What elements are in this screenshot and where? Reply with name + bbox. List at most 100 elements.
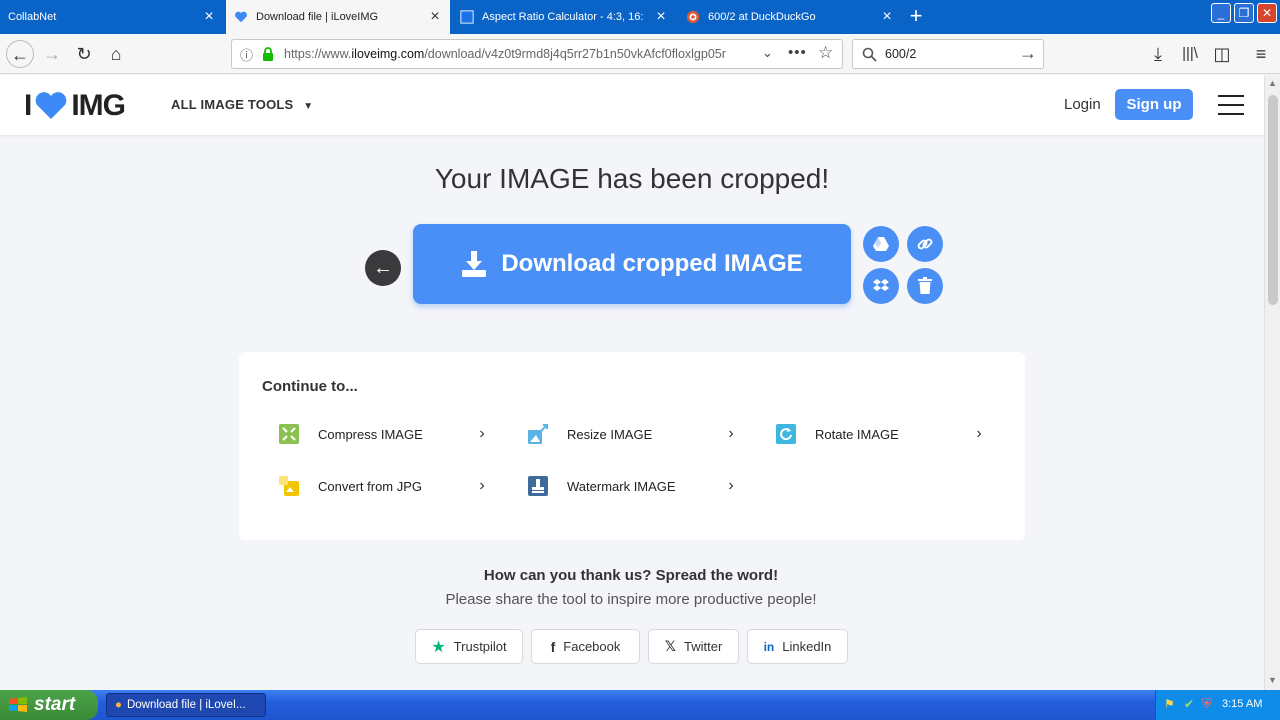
tab-duckduckgo[interactable]: 600/2 at DuckDuckGo × [678, 0, 902, 34]
share-link-button[interactable] [907, 226, 943, 262]
share-trustpilot-button[interactable]: ★ Trustpilot [415, 629, 523, 664]
continue-rotate-image[interactable]: Rotate IMAGE › [759, 419, 989, 449]
chevron-right-icon: › [479, 425, 485, 442]
chevron-right-icon: › [479, 477, 485, 494]
heart-logo-icon [36, 92, 67, 119]
tab-collabnet[interactable]: CollabNet × [0, 0, 224, 34]
scroll-up-icon[interactable]: ▲ [1268, 78, 1277, 88]
tab-download-file[interactable]: Download file | iLoveIMG × [226, 0, 450, 34]
compress-icon [279, 424, 299, 444]
back-arrow-button[interactable]: ← [365, 250, 401, 286]
share-linkedin-button[interactable]: in LinkedIn [747, 629, 848, 664]
tray-shield-icon[interactable]: ⛨ [1202, 696, 1212, 712]
search-icon [862, 47, 877, 62]
web-page: I IMG ALL IMAGE TOOLS ▼ Login Sign up Yo… [0, 75, 1264, 690]
login-link[interactable]: Login [1064, 96, 1101, 113]
start-button[interactable]: start [0, 690, 98, 720]
logo-text-left: I [24, 89, 32, 122]
download-button[interactable]: Download cropped IMAGE [413, 224, 851, 304]
scroll-down-icon[interactable]: ▼ [1268, 675, 1277, 685]
share-label: LinkedIn [782, 639, 832, 654]
logo-text-right: IMG [71, 89, 126, 122]
google-drive-icon [873, 237, 889, 251]
tab-title: CollabNet [8, 11, 57, 23]
url-text: https://www.iloveimg.com/download/v4z0t9… [284, 47, 754, 61]
tab-close-icon[interactable]: × [646, 8, 676, 26]
tray-security-icon[interactable]: ✔ [1184, 697, 1194, 711]
continue-watermark-image[interactable]: Watermark IMAGE › [511, 471, 741, 501]
link-icon [917, 238, 933, 250]
chevron-right-icon: › [976, 425, 982, 442]
share-label: Twitter [683, 639, 723, 654]
hamburger-menu-icon[interactable] [1218, 95, 1244, 115]
share-twitter-button[interactable]: 𝕏 Twitter [648, 629, 739, 664]
home-icon[interactable]: ⌂ [102, 40, 130, 68]
continue-card: Continue to... Compress IMAGE › Resize I… [239, 352, 1025, 540]
x-icon: 𝕏 [664, 638, 676, 654]
star-icon: ★ [431, 638, 446, 656]
tool-label: Resize IMAGE [567, 426, 653, 442]
dropbox-button[interactable] [863, 268, 899, 304]
delete-button[interactable] [907, 268, 943, 304]
reload-icon[interactable]: ↻ [70, 40, 98, 68]
chevron-right-icon: › [728, 477, 734, 494]
back-icon[interactable]: ← [6, 40, 34, 68]
linkedin-icon: in [763, 639, 775, 654]
page-favicon-icon [460, 10, 474, 24]
scroll-thumb[interactable] [1268, 95, 1278, 305]
start-label: start [34, 694, 76, 715]
new-tab-button[interactable]: + [903, 3, 929, 29]
restore-icon[interactable]: ❐ [1234, 3, 1254, 23]
downloads-icon[interactable]: ⤓ [1144, 40, 1172, 68]
taskbar-item-label: Download file | iLoveI... [126, 699, 246, 711]
signup-button[interactable]: Sign up [1115, 89, 1193, 120]
continue-compress-image[interactable]: Compress IMAGE › [262, 419, 492, 449]
url-domain: iloveimg.com [351, 47, 425, 61]
all-image-tools-menu[interactable]: ALL IMAGE TOOLS ▼ [171, 97, 313, 112]
library-icon[interactable]: |||\ [1176, 40, 1204, 68]
browser-nav-bar: ← → ↻ ⌂ ⓘ https://www.iloveimg.com/downl… [0, 34, 1280, 74]
minimize-icon[interactable]: _ [1211, 3, 1231, 23]
tool-label: Convert from JPG [318, 478, 423, 494]
continue-convert-from-jpg[interactable]: Convert from JPG › [262, 471, 492, 501]
menu-icon[interactable]: ≡ [1247, 40, 1275, 68]
url-bar[interactable]: ⓘ https://www.iloveimg.com/download/v4z0… [231, 39, 843, 69]
tool-label: Watermark IMAGE [567, 478, 676, 494]
chevron-down-icon[interactable]: ⌄ [762, 45, 773, 61]
tray-network-icon[interactable]: ⚑ [1164, 697, 1175, 711]
share-facebook-button[interactable]: f Facebook [531, 629, 640, 664]
tab-aspect-ratio[interactable]: Aspect Ratio Calculator - 4:3, 16: × [452, 0, 676, 34]
page-actions-icon[interactable]: ••• [788, 44, 807, 61]
search-bar[interactable]: 600/2 → [852, 39, 1044, 69]
taskbar-clock: 3:15 AM [1222, 698, 1263, 710]
facebook-icon: f [550, 638, 556, 655]
tab-close-icon[interactable]: × [420, 8, 450, 26]
resize-icon [528, 424, 548, 444]
dropbox-icon [873, 279, 889, 291]
google-drive-button[interactable] [863, 226, 899, 262]
info-icon[interactable]: ⓘ [240, 45, 253, 64]
iloveimg-logo[interactable]: I IMG [24, 89, 126, 123]
tab-close-icon[interactable]: × [872, 8, 902, 26]
share-title: How can you thank us? Spread the word! [483, 567, 779, 584]
firefox-icon: ● [115, 699, 122, 711]
url-prefix: https://www. [284, 47, 352, 61]
sidebar-icon[interactable]: ◫ [1208, 40, 1236, 68]
convert-icon [279, 476, 299, 496]
heart-favicon-icon [235, 11, 247, 23]
search-input[interactable]: 600/2 [885, 47, 916, 61]
share-label: Facebook [563, 639, 621, 654]
tab-close-icon[interactable]: × [194, 8, 224, 26]
tab-title: 600/2 at DuckDuckGo [708, 11, 816, 23]
forward-icon[interactable]: → [38, 40, 66, 68]
page-scrollbar[interactable]: ▲ ▼ [1264, 75, 1280, 690]
bookmark-star-icon[interactable]: ☆ [818, 43, 833, 63]
taskbar-item-browser[interactable]: ● Download file | iLoveI... [106, 693, 266, 717]
search-go-icon[interactable]: → [1019, 43, 1037, 64]
tab-title: Aspect Ratio Calculator - 4:3, 16: [482, 11, 644, 23]
rotate-icon [776, 424, 796, 444]
trash-icon [918, 277, 932, 294]
tool-label: Rotate IMAGE [815, 426, 899, 442]
continue-resize-image[interactable]: Resize IMAGE › [511, 419, 741, 449]
window-close-icon[interactable]: ✕ [1257, 3, 1277, 23]
